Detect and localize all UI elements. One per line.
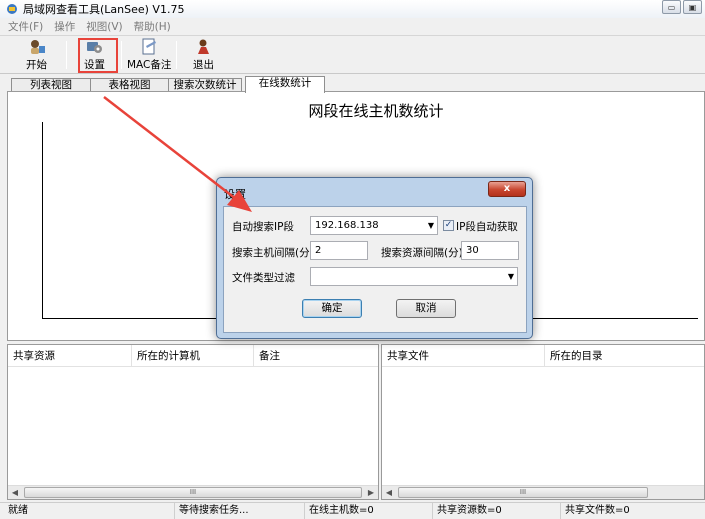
status-ready: 就绪 (8, 505, 28, 516)
window-title: 局域网查看工具(LanSee) V1.75 (23, 3, 185, 16)
status-share-resources: 共享资源数=0 (432, 503, 560, 519)
menu-file[interactable]: 文件(F) (8, 19, 43, 34)
tab-table-view[interactable]: 表格视图 (90, 78, 169, 92)
dialog-body: 自动搜索IP段 192.168.138 ▼ ✓ IP段自动获取 搜索主机间隔(分… (223, 206, 527, 333)
column-directory[interactable]: 所在的目录 (545, 345, 704, 367)
chart-x-axis (533, 318, 698, 319)
auto-ip-label: IP段自动获取 (456, 221, 518, 233)
exit-button[interactable]: 退出 (193, 38, 214, 72)
host-interval-label: 搜索主机间隔(分) (232, 247, 314, 259)
close-icon: x (503, 183, 511, 194)
maximize-button[interactable]: ▣ (683, 0, 702, 14)
scroll-thumb[interactable]: III (24, 487, 362, 498)
start-button[interactable]: 开始 (26, 38, 47, 72)
share-resources-list[interactable]: 共享资源 所在的计算机 备注 ◀ III ▶ (7, 344, 379, 500)
column-share-resource[interactable]: 共享资源 (8, 345, 132, 367)
auto-ip-checkbox[interactable]: ✓ (443, 220, 454, 231)
minimize-button[interactable]: ▭ (662, 0, 681, 14)
toolbar-separator (66, 41, 67, 69)
menu-bar: 文件(F) 操作 视图(V) 帮助(H) (0, 18, 705, 35)
resource-interval-input[interactable]: 30 (461, 241, 519, 260)
tab-list-view[interactable]: 列表视图 (11, 78, 91, 92)
annotation-highlight-box (78, 38, 118, 73)
ip-range-combobox[interactable]: 192.168.138 ▼ (310, 216, 438, 235)
cancel-button[interactable]: 取消 (396, 299, 456, 318)
window-controls: ▭ ▣ (662, 0, 702, 14)
list-header: 共享文件 所在的目录 (382, 345, 704, 367)
chevron-down-icon[interactable]: ▼ (428, 217, 434, 234)
file-filter-combobox[interactable]: ▼ (310, 267, 518, 286)
status-bar: 就绪 等待搜索任务... 在线主机数=0 共享资源数=0 共享文件数=0 (0, 502, 705, 519)
host-interval-input[interactable]: 2 (310, 241, 368, 260)
exit-label: 退出 (193, 59, 214, 71)
ip-range-label: 自动搜索IP段 (232, 221, 294, 233)
tab-search-stats[interactable]: 搜索次数统计 (168, 78, 242, 92)
title-bar: 局域网查看工具(LanSee) V1.75 ▭ ▣ (0, 0, 705, 18)
chart-x-axis (42, 318, 226, 319)
exit-icon (197, 39, 209, 54)
file-filter-label: 文件类型过滤 (232, 272, 295, 284)
menu-view[interactable]: 视图(V) (86, 19, 122, 34)
status-share-files: 共享文件数=0 (560, 503, 700, 519)
minimize-icon: ▭ (667, 2, 676, 12)
horizontal-scrollbar[interactable]: ◀ III ▶ (8, 485, 378, 499)
maximize-icon: ▣ (688, 2, 697, 12)
scroll-right-icon[interactable]: ▶ (364, 486, 378, 499)
chevron-down-icon[interactable]: ▼ (508, 268, 514, 285)
toolbar-separator (121, 41, 122, 69)
dialog-title: 设置 (224, 188, 246, 201)
scroll-left-icon[interactable]: ◀ (382, 486, 396, 499)
start-label: 开始 (26, 59, 47, 71)
resource-interval-label: 搜索资源间隔(分) (381, 247, 463, 259)
start-icon (30, 40, 45, 54)
status-online-hosts: 在线主机数=0 (304, 503, 432, 519)
menu-help[interactable]: 帮助(H) (134, 19, 171, 34)
app-icon (7, 4, 17, 14)
tab-online-stats[interactable]: 在线数统计 (245, 76, 325, 93)
mac-note-icon (142, 38, 157, 55)
ok-button[interactable]: 确定 (302, 299, 362, 318)
chart-y-axis (42, 122, 43, 318)
ip-range-value: 192.168.138 (315, 220, 379, 231)
mac-note-label: MAC备注 (127, 59, 172, 71)
toolbar-separator (176, 41, 177, 69)
mac-note-button[interactable]: MAC备注 (127, 38, 171, 72)
list-header: 共享资源 所在的计算机 备注 (8, 345, 378, 367)
share-files-list[interactable]: 共享文件 所在的目录 ◀ III (381, 344, 705, 500)
dialog-close-button[interactable]: x (488, 181, 526, 197)
menu-operate[interactable]: 操作 (54, 19, 75, 34)
settings-dialog: 设置 x 自动搜索IP段 192.168.138 ▼ ✓ IP段自动获取 搜索主… (216, 177, 533, 339)
status-task: 等待搜索任务... (174, 503, 304, 519)
horizontal-scrollbar[interactable]: ◀ III (382, 485, 704, 499)
scroll-left-icon[interactable]: ◀ (8, 486, 22, 499)
tab-strip: 列表视图 表格视图 搜索次数统计 在线数统计 (0, 76, 705, 93)
column-note[interactable]: 备注 (254, 345, 378, 367)
column-share-file[interactable]: 共享文件 (382, 345, 545, 367)
column-computer[interactable]: 所在的计算机 (132, 345, 254, 367)
chart-title: 网段在线主机数统计 (308, 102, 444, 120)
scroll-thumb[interactable]: III (398, 487, 648, 498)
